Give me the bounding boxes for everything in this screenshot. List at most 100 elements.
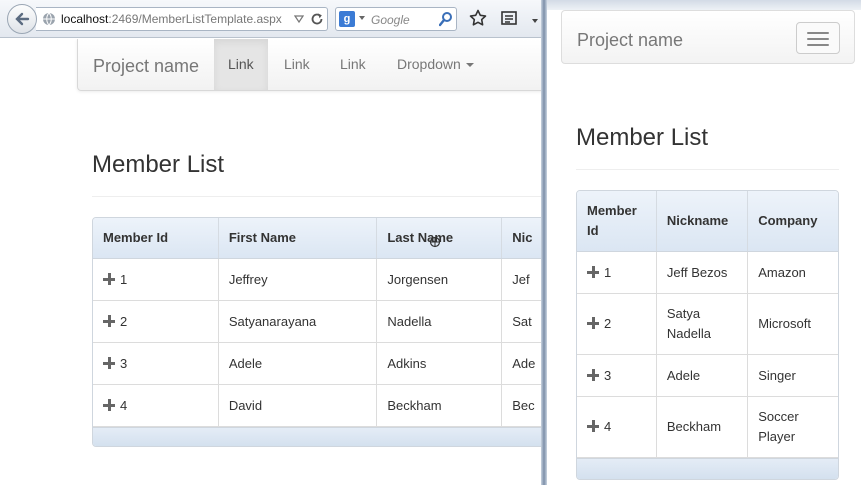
member-id-cell: 3: [93, 342, 219, 385]
nickname-cell: Adele: [656, 354, 749, 397]
nav-link-3[interactable]: Link: [326, 39, 380, 90]
caret-down-icon: [465, 63, 474, 68]
column-header-member-id[interactable]: Member Id: [577, 191, 657, 252]
member-id: 1: [604, 264, 612, 280]
browser-window-right: Project name Member List Member Id Nickn…: [547, 0, 861, 485]
search-icon[interactable]: [439, 11, 453, 27]
navbar-brand[interactable]: Project name: [577, 30, 683, 51]
title-divider: [576, 169, 839, 170]
reading-list-icon[interactable]: [500, 9, 518, 27]
last-name-cell: Beckham: [376, 384, 503, 427]
member-id: 2: [120, 313, 128, 329]
nickname-cell: Satya Nadella: [656, 293, 749, 355]
screen: localhost:2469/MemberListTemplate.aspx g…: [0, 0, 861, 485]
first-name-cell: Jeffrey: [218, 258, 378, 301]
last-name-cell: Nadella: [376, 300, 503, 343]
search-engine-caret-icon[interactable]: [359, 16, 365, 20]
reload-icon[interactable]: [310, 12, 324, 26]
member-id-cell: 4: [577, 396, 657, 458]
url-dropdown-icon[interactable]: [294, 14, 304, 24]
hamburger-bar: [807, 38, 829, 40]
first-name-cell: Satyanarayana: [218, 300, 378, 343]
column-header-company[interactable]: Company: [747, 191, 838, 252]
navbar: Project name Link Link Link Dropdown: [77, 39, 545, 91]
back-arrow-icon: [15, 12, 30, 26]
google-icon[interactable]: g: [339, 11, 355, 27]
navbar-brand[interactable]: Project name: [93, 56, 199, 77]
table-row: 1 Jeff Bezos Amazon: [577, 251, 838, 294]
table-row: 2 Satya Nadella Microsoft: [577, 293, 838, 355]
table-row: 2 Satyanarayana Nadella Sat: [93, 300, 545, 343]
expand-plus-icon[interactable]: [587, 420, 599, 432]
page-content: Project name Link Link Link Dropdown Mem…: [0, 39, 545, 485]
page-title: Member List: [92, 151, 225, 178]
url-path: :2469/MemberListTemplate.aspx: [108, 12, 282, 26]
table-row: 4 Beckham Soccer Player: [577, 396, 838, 458]
expand-plus-icon[interactable]: [587, 265, 599, 278]
member-id: 3: [604, 367, 612, 383]
expand-plus-icon[interactable]: [587, 317, 599, 329]
expand-plus-icon[interactable]: [587, 368, 599, 381]
member-id: 3: [120, 355, 128, 371]
company-cell: Soccer Player: [747, 396, 838, 458]
address-bar[interactable]: localhost:2469/MemberListTemplate.aspx: [36, 7, 328, 31]
nickname-cell: Beckham: [656, 396, 749, 458]
search-box[interactable]: g Google: [335, 7, 457, 31]
company-cell: Microsoft: [747, 293, 838, 355]
member-id-cell: 1: [93, 258, 219, 301]
back-button[interactable]: [7, 4, 37, 34]
expand-plus-icon[interactable]: [103, 398, 115, 411]
member-id: 4: [120, 397, 128, 413]
nickname-cell: Jeff Bezos: [656, 251, 749, 294]
company-cell: Amazon: [747, 251, 838, 294]
expand-plus-icon[interactable]: [103, 356, 115, 369]
title-divider: [92, 196, 545, 197]
member-id: 1: [120, 271, 128, 287]
table-header-row: Member Id First Name Last Name Nic: [93, 218, 545, 259]
column-header-member-id[interactable]: Member Id: [93, 218, 219, 259]
expand-plus-icon[interactable]: [103, 314, 115, 327]
url-host: localhost: [61, 12, 109, 26]
table-footer: [577, 457, 838, 479]
column-header-first-name[interactable]: First Name: [218, 218, 378, 259]
table-header-row: Member Id Nickname Company: [577, 191, 838, 252]
navbar-collapsed: Project name: [561, 10, 855, 64]
member-id-cell: 2: [93, 300, 219, 343]
browser-window-left: localhost:2469/MemberListTemplate.aspx g…: [0, 0, 545, 485]
nickname-cell: Sat: [501, 300, 545, 343]
search-placeholder: Google: [371, 13, 410, 27]
toolbar-overflow-icon[interactable]: [530, 9, 540, 27]
column-header-nickname[interactable]: Nic: [501, 218, 545, 259]
first-name-cell: David: [218, 384, 378, 427]
member-id-cell: 3: [577, 354, 657, 397]
last-name-cell: Adkins: [376, 342, 503, 385]
nickname-cell: Jef: [501, 258, 545, 301]
member-id-cell: 1: [577, 251, 657, 294]
member-id: 2: [604, 316, 612, 331]
window-top-strip: [547, 0, 861, 10]
company-cell: Singer: [747, 354, 838, 397]
column-header-nickname[interactable]: Nickname: [656, 191, 749, 252]
nav-link-2[interactable]: Link: [270, 39, 324, 90]
first-name-cell: Adele: [218, 342, 378, 385]
globe-icon: [43, 12, 55, 26]
nav-link-1[interactable]: Link: [214, 39, 268, 90]
hamburger-bar: [807, 44, 829, 46]
table-row: 3 Adele Singer: [577, 354, 838, 397]
browser-toolbar: localhost:2469/MemberListTemplate.aspx g…: [0, 0, 545, 38]
nav-dropdown[interactable]: Dropdown: [383, 39, 488, 90]
nav-dropdown-label: Dropdown: [397, 56, 461, 72]
expand-plus-icon[interactable]: [103, 272, 115, 285]
move-cursor-icon: [429, 236, 441, 248]
url-text: localhost:2469/MemberListTemplate.aspx: [61, 12, 282, 26]
table-row: 3 Adele Adkins Ade: [93, 342, 545, 385]
hamburger-icon[interactable]: [796, 22, 840, 54]
star-icon[interactable]: [469, 9, 487, 27]
member-table-mobile: Member Id Nickname Company 1 Jeff Bezos …: [576, 190, 839, 480]
member-id-cell: 2: [577, 293, 657, 355]
member-table: Member Id First Name Last Name Nic 1 Jef…: [92, 217, 545, 447]
member-id-cell: 4: [93, 384, 219, 427]
page-title: Member List: [576, 124, 709, 151]
member-id: 4: [604, 419, 612, 434]
table-row: 1 Jeffrey Jorgensen Jef: [93, 258, 545, 301]
